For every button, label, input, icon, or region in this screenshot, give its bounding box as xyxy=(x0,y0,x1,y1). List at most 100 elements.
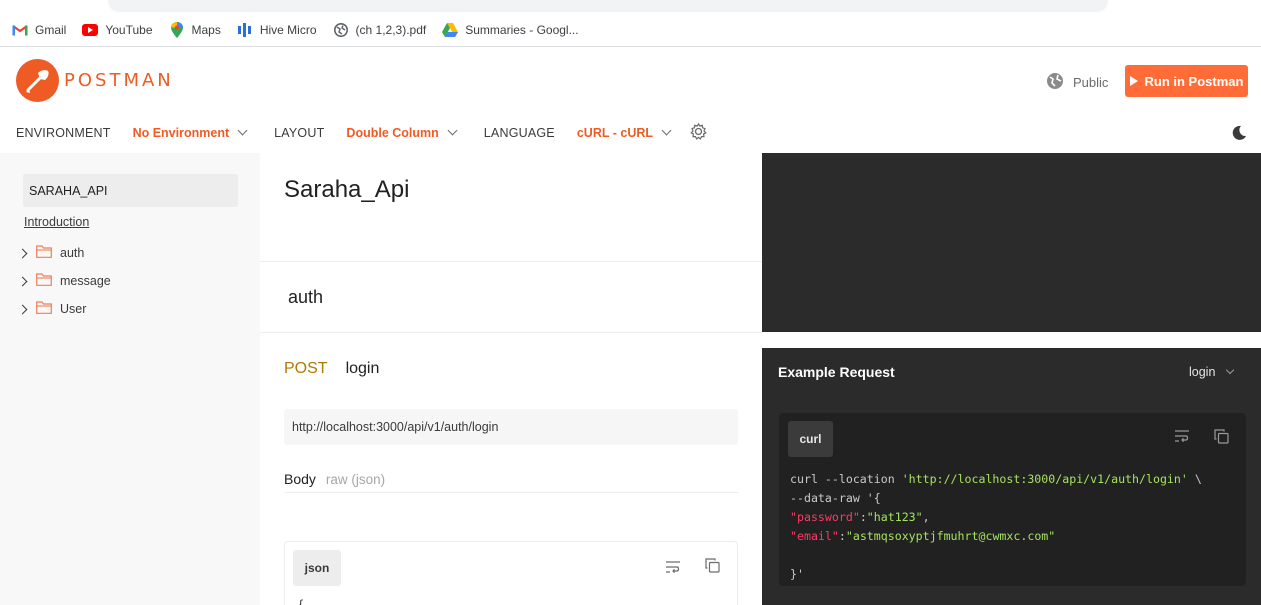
chevron-down-icon xyxy=(1226,365,1235,375)
visibility-indicator: Public xyxy=(1046,72,1108,93)
request-heading: POST login xyxy=(284,360,379,378)
bookmark-label: Maps xyxy=(191,22,221,37)
body-type: raw (json) xyxy=(325,472,386,487)
json-body-block: json { xyxy=(284,541,738,605)
bookmark-gmail[interactable]: Gmail xyxy=(12,23,66,37)
wrap-text-icon[interactable] xyxy=(665,560,681,578)
code-token: , xyxy=(922,510,930,524)
bookmark-label: YouTube xyxy=(105,22,153,37)
layout-label: LAYOUT xyxy=(274,125,325,140)
code-line-3: "password":"hat123", xyxy=(790,510,930,524)
chevron-right-icon xyxy=(17,248,28,258)
bookmark-label: Summaries - Googl... xyxy=(465,22,579,37)
copy-icon[interactable] xyxy=(705,558,720,578)
chevron-right-icon xyxy=(17,304,28,314)
globe-icon xyxy=(1046,72,1064,93)
code-line-4: "email":"astmqsoxyptjfmuhrt@cwmxc.com" xyxy=(790,529,1055,543)
bookmark-youtube[interactable]: YouTube xyxy=(82,22,153,37)
request-url: http://localhost:3000/api/v1/auth/login xyxy=(284,409,738,445)
layout-dropdown[interactable]: Double Column xyxy=(346,125,458,140)
drive-icon xyxy=(442,22,459,37)
folder-icon xyxy=(36,273,52,289)
sidebar-item-introduction[interactable]: Introduction xyxy=(24,215,89,229)
code-token: "astmqsoxyptjfmuhrt@cwmxc.com" xyxy=(845,529,1056,543)
wrap-text-icon[interactable] xyxy=(1174,429,1190,447)
folder-icon xyxy=(36,301,52,317)
environment-dropdown[interactable]: No Environment xyxy=(132,125,248,140)
request-method: POST xyxy=(284,360,328,377)
collection-name[interactable]: SARAHA_API xyxy=(23,174,238,207)
sidebar-folder-message[interactable]: message xyxy=(17,273,111,289)
maps-icon xyxy=(169,21,185,38)
copy-icon[interactable] xyxy=(1214,429,1229,449)
divider xyxy=(260,332,762,333)
environment-label: ENVIRONMENT xyxy=(16,125,111,140)
code-token: \ xyxy=(1187,472,1202,486)
folder-heading: auth xyxy=(288,287,324,307)
bookmark-summaries[interactable]: Summaries - Googl... xyxy=(442,22,579,37)
browser-top-strip xyxy=(0,0,1261,12)
chevron-right-icon xyxy=(17,276,28,286)
settings-gear-icon[interactable] xyxy=(690,122,707,143)
language-label: LANGUAGE xyxy=(483,125,555,140)
body-label: Body xyxy=(284,471,316,487)
bookmark-hive-micro[interactable]: Hive Micro xyxy=(237,22,317,37)
code-token: : xyxy=(838,529,846,543)
code-line-1: curl --location 'http://localhost:3000/a… xyxy=(790,472,1202,486)
curl-language-chip: curl xyxy=(788,421,833,457)
request-name: login xyxy=(345,360,380,377)
run-in-postman-button[interactable]: Run in Postman xyxy=(1125,65,1248,97)
example-selected: login xyxy=(1189,365,1216,379)
environment-value: No Environment xyxy=(132,125,230,140)
code-token: 'http://localhost:3000/api/v1/auth/login… xyxy=(901,472,1188,486)
body-section-header: Body raw (json) xyxy=(284,471,738,493)
chevron-down-icon xyxy=(661,125,672,136)
hive-icon xyxy=(237,22,253,37)
code-block: curl curl --location 'http://localhost:3… xyxy=(779,413,1246,586)
bookmark-pdf[interactable]: (ch 1,2,3).pdf xyxy=(333,22,427,37)
code-token: "email" xyxy=(790,529,839,543)
sidebar-folder-auth[interactable]: auth xyxy=(17,245,85,261)
json-body-preview: { xyxy=(297,598,305,605)
json-language-chip: json xyxy=(293,550,341,586)
code-token: "password" xyxy=(790,510,860,524)
chevron-down-icon xyxy=(447,125,458,136)
example-dropdown[interactable]: login xyxy=(1189,365,1235,379)
documentation-panel: Saraha_Api auth POST login http://localh… xyxy=(260,153,762,605)
curl-code: curl --location 'http://localhost:3000/a… xyxy=(790,470,1202,584)
sidebar-folder-user[interactable]: User xyxy=(17,301,87,317)
collection-title: Saraha_Api xyxy=(284,176,410,203)
language-dropdown[interactable]: cURL - cURL xyxy=(576,125,672,140)
layout-value: Double Column xyxy=(346,125,439,140)
folder-label: auth xyxy=(60,246,85,260)
code-line-6: }' xyxy=(790,567,804,581)
options-bar: ENVIRONMENT No Environment LAYOUT Double… xyxy=(0,112,1261,153)
folder-icon xyxy=(36,245,52,261)
postman-logo-icon[interactable] xyxy=(16,59,59,102)
bookmark-label: Hive Micro xyxy=(259,22,317,37)
dark-mode-moon-icon[interactable] xyxy=(1231,125,1247,146)
run-button-label: Run in Postman xyxy=(1144,73,1244,89)
language-value: cURL - cURL xyxy=(576,125,654,140)
code-token: curl --location xyxy=(790,472,902,486)
code-token: "hat123" xyxy=(866,510,923,524)
visibility-label: Public xyxy=(1073,75,1109,90)
folder-label: message xyxy=(60,274,111,288)
bookmark-maps[interactable]: Maps xyxy=(169,21,221,38)
sidebar: SARAHA_API Introduction auth message Use… xyxy=(0,153,260,605)
postman-header: POSTMAN Public Run in Postman xyxy=(0,48,1261,112)
bookmark-label: (ch 1,2,3).pdf xyxy=(355,22,427,37)
dark-panel-top xyxy=(762,153,1261,332)
code-line-2: --data-raw '{ xyxy=(790,491,881,505)
postman-logo-text: POSTMAN xyxy=(64,70,174,91)
play-icon xyxy=(1129,76,1138,86)
dark-panel-gap xyxy=(762,332,1261,348)
gmail-icon xyxy=(12,23,28,37)
address-bar[interactable] xyxy=(108,0,1108,12)
example-request-panel: Example Request login curl curl --locati… xyxy=(762,348,1261,605)
bookmarks-bar: Gmail YouTube Maps Hive Micro (ch 1,2,3)… xyxy=(0,13,1261,47)
chevron-down-icon xyxy=(237,125,248,136)
example-request-title: Example Request xyxy=(778,364,895,380)
pdf-globe-icon xyxy=(333,22,349,37)
folder-label: User xyxy=(60,302,87,316)
